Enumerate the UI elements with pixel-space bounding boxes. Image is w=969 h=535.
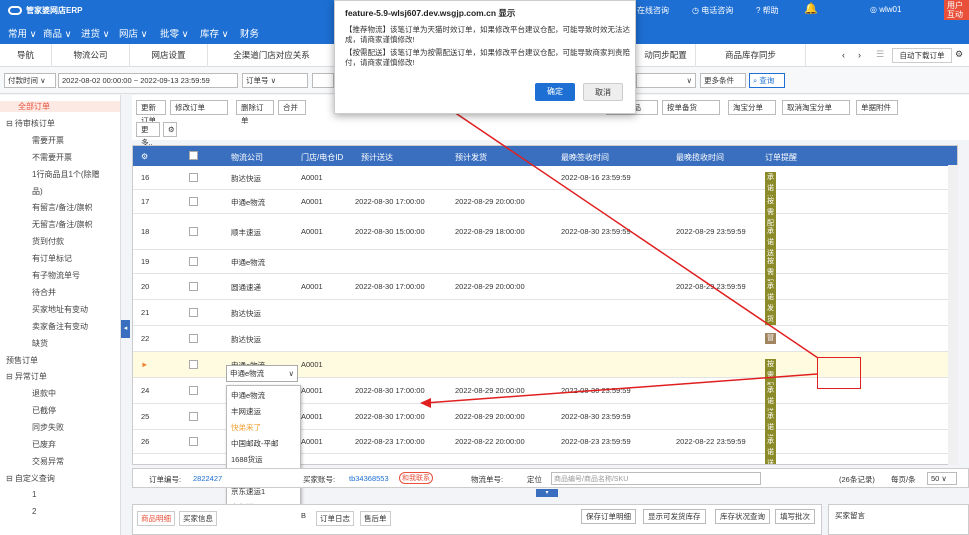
highlight-box: [817, 357, 861, 389]
arrow-line-2: [424, 373, 818, 404]
dialog-message-1: 【推荐物流】该笔订单为天猫时效订单，如果修改平台建议仓配，可能导致时效无法达成，…: [345, 25, 630, 44]
alert-dialog: feature-5.9-wlsj607.dev.wsgjp.com.cn 显示 …: [334, 0, 636, 114]
arrow-head-icon: [420, 398, 431, 408]
ok-button[interactable]: 确定: [535, 83, 575, 101]
cancel-button[interactable]: 取消: [583, 83, 623, 101]
dialog-title: feature-5.9-wlsj607.dev.wsgjp.com.cn 显示: [345, 8, 516, 18]
dialog-message-2: 【按需配送】该笔订单为按需配送订单，如果修改平台建议仓配，可能导致商家判责赔付，…: [345, 48, 630, 67]
